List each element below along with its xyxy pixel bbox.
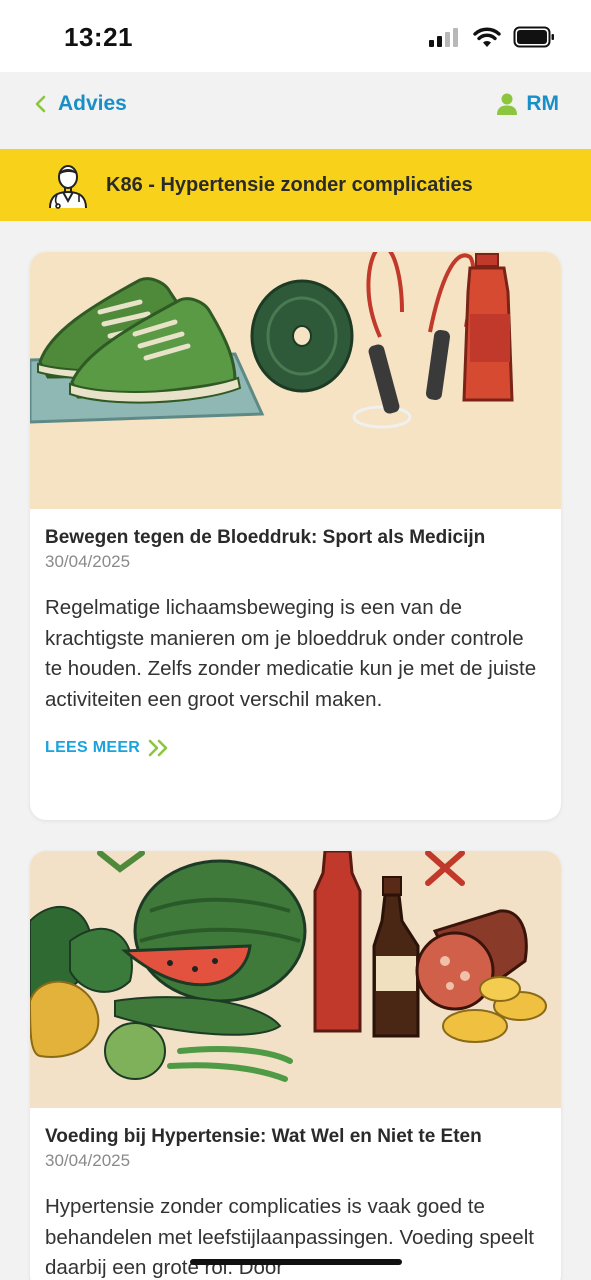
chevron-left-icon [35,95,46,113]
status-time: 13:21 [64,22,133,52]
user-icon [497,93,518,115]
read-more-label: LEES MEER [45,739,141,756]
doctor-icon [49,165,87,209]
status-bar: 13:21 [0,0,591,72]
double-chevron-right-icon [148,739,168,757]
sport-equipment-image [30,252,561,509]
article-date: 30/04/2025 [45,1151,131,1170]
home-indicator[interactable] [190,1259,402,1265]
article-title: Voeding bij Hypertensie: Wat Wel en Niet… [45,1126,482,1147]
battery-icon [513,26,554,48]
article-title: Bewegen tegen de Bloeddruk: Sport als Me… [45,527,486,548]
back-button-label: Advies [58,92,127,115]
wifi-icon [473,27,501,47]
user-initials: RM [526,92,559,115]
banner-title: K86 - Hypertensie zonder complicaties [106,173,473,196]
read-more-link[interactable]: LEES MEER [45,739,546,757]
user-profile-button[interactable]: RM [496,92,559,116]
article-description: Hypertensie zonder complicaties is vaak … [45,1195,534,1279]
article-date: 30/04/2025 [45,552,131,571]
navigation-bar: Advies RM [0,72,591,148]
status-icons [429,26,555,48]
article-card[interactable]: Bewegen tegen de Bloeddruk: Sport als Me… [30,252,561,820]
back-button[interactable]: Advies [34,92,127,116]
article-card[interactable]: Voeding bij Hypertensie: Wat Wel en Niet… [30,851,561,1280]
condition-banner: K86 - Hypertensie zonder complicaties [0,149,591,221]
article-description: Regelmatige lichaamsbeweging is een van … [45,596,537,711]
cellular-signal-icon [429,28,458,47]
healthy-unhealthy-food-image [30,851,561,1108]
